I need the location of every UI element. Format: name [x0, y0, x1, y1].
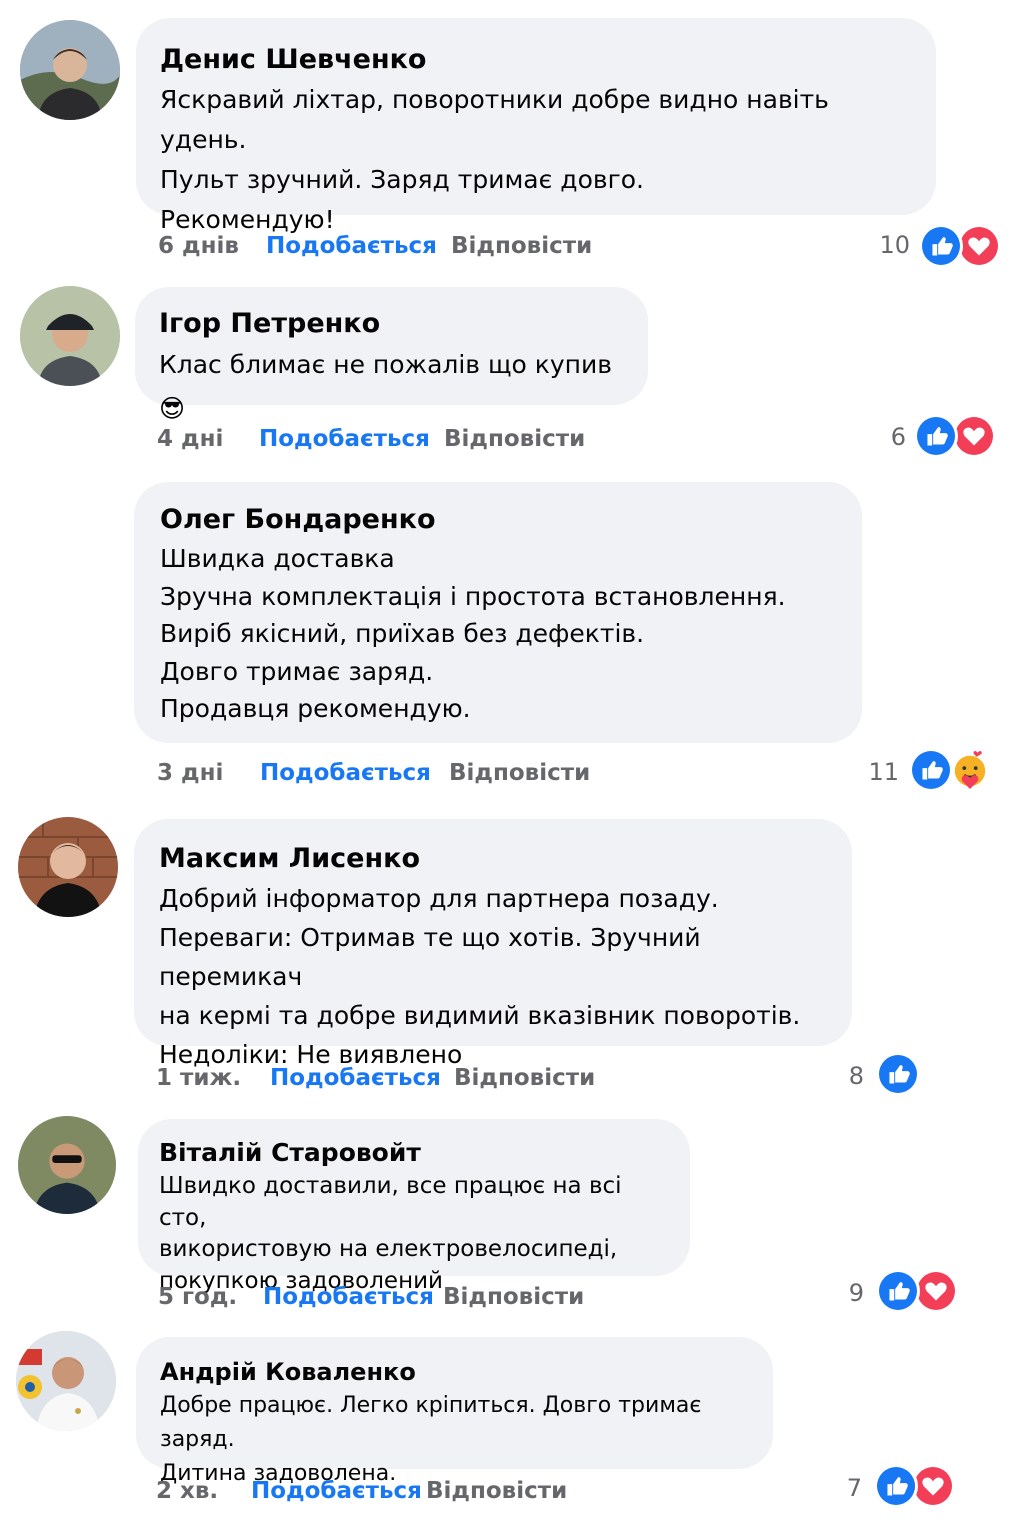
reaction-count[interactable]: 8: [824, 1062, 864, 1090]
like-icon: [876, 1269, 920, 1313]
comment-timestamp[interactable]: 2 хв.: [156, 1478, 218, 1504]
comment-line: Добре працює. Легко кріпиться. Довго три…: [160, 1393, 702, 1452]
comment-bubble: Денис Шевченко Яскравий ліхтар, поворотн…: [136, 18, 936, 234]
reply-button[interactable]: Відповісти: [454, 1065, 595, 1091]
avatar[interactable]: [20, 286, 120, 386]
reaction-count[interactable]: 7: [822, 1474, 862, 1502]
like-button[interactable]: Подобається: [251, 1478, 422, 1504]
like-button[interactable]: Подобається: [260, 760, 431, 786]
like-button[interactable]: Подобається: [270, 1065, 441, 1091]
comment-line: Пульт зручний. Заряд тримає довго.: [160, 165, 644, 194]
like-icon: [919, 224, 963, 268]
like-icon: [914, 414, 958, 458]
comment-text: Добре працює. Легко кріпиться. Довго три…: [160, 1389, 749, 1491]
comment-text: Клас блимає не пожалів що купив 😎: [159, 343, 624, 431]
comment-line: Швидко доставили, все працює на всі сто,: [159, 1173, 622, 1231]
love-icon: [952, 414, 996, 458]
comment-author[interactable]: Віталій Старовойт: [159, 1135, 669, 1171]
reply-button[interactable]: Відповісти: [444, 426, 585, 452]
reaction-count[interactable]: 10: [870, 231, 910, 259]
comment-timestamp[interactable]: 6 днів: [158, 233, 239, 259]
comment-line: Швидка доставка: [160, 544, 395, 573]
comment-author[interactable]: Максим Лисенко: [159, 839, 827, 879]
reaction-count[interactable]: 11: [859, 758, 899, 786]
comment-bubble: Олег Бондаренко Швидка доставка Зручна к…: [134, 482, 862, 743]
comment-line: Яскравий ліхтар, поворотники добре видно…: [160, 85, 829, 154]
comment-line: використовую на електровелосипеді,: [159, 1236, 618, 1262]
comment-bubble: Андрій Коваленко Добре працює. Легко крі…: [136, 1337, 773, 1486]
avatar[interactable]: [20, 20, 120, 120]
comment-bubble: Віталій Старовойт Швидко доставили, все …: [138, 1119, 690, 1294]
comment-line: Переваги: Отримав те що хотів. Зручний п…: [159, 923, 701, 991]
love-icon: [957, 224, 1001, 268]
comment-text: Швидко доставили, все працює на всі сто,…: [159, 1171, 669, 1297]
like-button[interactable]: Подобається: [259, 426, 430, 452]
reply-button[interactable]: Відповісти: [449, 760, 590, 786]
comment-text: Добрий інформатор для партнера позаду. П…: [159, 879, 827, 1074]
care-icon: [948, 748, 992, 792]
comment-line: Довго тримає заряд.: [160, 656, 434, 686]
comment-bubble: Ігор Петренко Клас блимає не пожалів що …: [135, 287, 648, 423]
love-icon: [914, 1269, 958, 1313]
comment-text: Яскравий ліхтар, поворотники добре видно…: [160, 80, 912, 240]
comment-author[interactable]: Ігор Петренко: [159, 305, 624, 343]
comment-bubble: Максим Лисенко Добрий інформатор для пар…: [134, 819, 852, 1069]
like-icon: [876, 1052, 920, 1096]
reply-button[interactable]: Відповісти: [451, 233, 592, 259]
avatar[interactable]: [18, 817, 118, 917]
comment-line: Зручна комплектація і простота встановле…: [160, 581, 786, 611]
comment-author[interactable]: Денис Шевченко: [160, 40, 912, 80]
reply-button[interactable]: Відповісти: [443, 1284, 584, 1310]
like-icon: [909, 748, 953, 792]
comment-author[interactable]: Андрій Коваленко: [160, 1355, 749, 1389]
reply-button[interactable]: Відповісти: [426, 1478, 567, 1504]
comment-timestamp[interactable]: 4 дні: [157, 426, 223, 452]
avatar[interactable]: [18, 1116, 116, 1214]
comment-timestamp[interactable]: 3 дні: [157, 760, 223, 786]
reaction-count[interactable]: 9: [824, 1279, 864, 1307]
comment-line: Продавця рекомендую.: [160, 694, 471, 723]
comment-author[interactable]: Олег Бондаренко: [160, 500, 836, 540]
reaction-count[interactable]: 6: [866, 423, 906, 451]
comment-line: Клас блимає не пожалів що купив 😎: [159, 350, 613, 423]
avatar[interactable]: [16, 1331, 116, 1431]
like-button[interactable]: Подобається: [266, 233, 437, 259]
comment-line: Виріб якісний, приїхав без дефектів.: [160, 619, 645, 648]
comment-timestamp[interactable]: 5 год.: [158, 1284, 237, 1310]
like-icon: [874, 1464, 918, 1508]
comment-line: на кермі та добре видимий вказівник пово…: [159, 1001, 801, 1030]
like-button[interactable]: Подобається: [263, 1284, 434, 1310]
comment-text: Швидка доставка Зручна комплектація і пр…: [160, 540, 836, 728]
comment-timestamp[interactable]: 1 тиж.: [156, 1065, 241, 1091]
comment-line: Добрий інформатор для партнера позаду.: [159, 884, 719, 913]
